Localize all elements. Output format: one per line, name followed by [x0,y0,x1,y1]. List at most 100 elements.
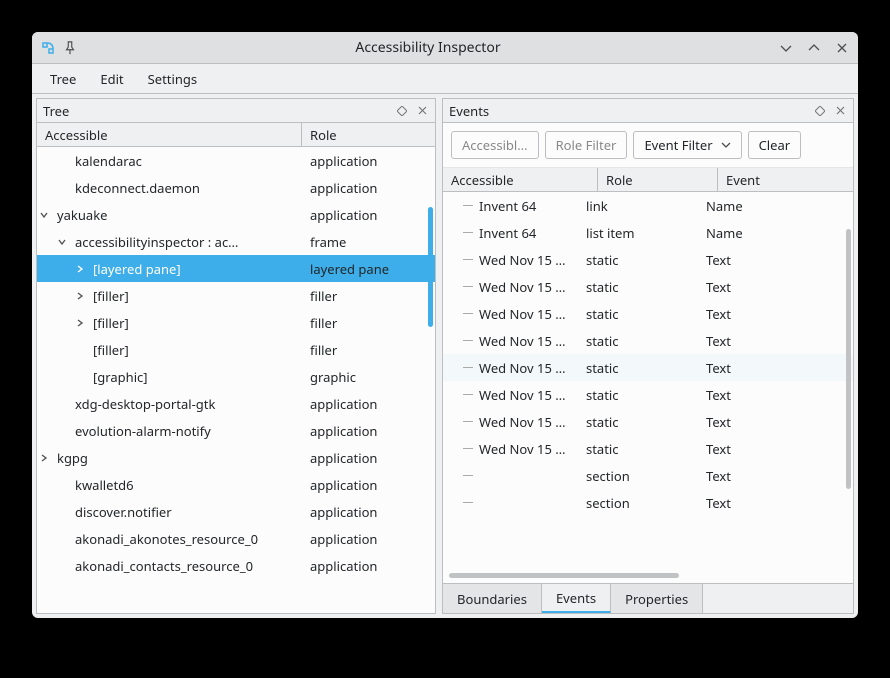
tree-row[interactable]: xdg-desktop-portal-gtkapplication [37,390,435,417]
ev-col-accessible[interactable]: Accessible [443,168,598,191]
event-accessible [451,502,586,503]
event-name: Text [706,386,853,404]
expander-icon[interactable] [73,316,87,330]
tree-item-label: kalendarac [71,152,146,170]
events-body[interactable]: Invent 64linkNameInvent 64list itemNameW… [443,192,853,568]
event-row[interactable]: Wed Nov 15 …staticText [443,408,853,435]
tab-properties[interactable]: Properties [611,584,703,613]
accessible-filter-button[interactable]: Accessibl… [451,131,539,159]
tree-row[interactable]: evolution-alarm-notifyapplication [37,417,435,444]
event-accessible: Wed Nov 15 … [451,440,586,458]
menu-settings[interactable]: Settings [138,66,207,92]
tree-panel-title: Tree [43,102,389,120]
tab-events[interactable]: Events [542,584,611,613]
tab-boundaries[interactable]: Boundaries [443,584,542,613]
events-panel: Events Accessibl… Role Filter Event Filt… [442,98,854,614]
menu-tree[interactable]: Tree [40,66,86,92]
tree-row[interactable]: discover.notifierapplication [37,498,435,525]
float-panel-icon[interactable] [395,104,409,118]
event-accessible: Wed Nov 15 … [451,251,586,269]
event-row[interactable]: Wed Nov 15 …staticText [443,435,853,462]
event-row[interactable]: sectionText [443,462,853,489]
ev-col-event[interactable]: Event [718,168,853,191]
event-name: Name [706,224,853,242]
expander-icon[interactable] [55,424,69,438]
tree-item-label: accessibilityinspector : ac… [71,233,242,251]
tree-scrollbar[interactable] [428,207,433,327]
tree-row[interactable]: kwalletd6application [37,471,435,498]
event-row[interactable]: Wed Nov 15 …staticText [443,327,853,354]
pin-icon[interactable] [62,40,78,56]
expander-icon[interactable] [73,343,87,357]
events-vscrollbar[interactable] [846,229,851,489]
event-row[interactable]: Wed Nov 15 …staticText [443,273,853,300]
maximize-button[interactable] [806,40,822,56]
col-role[interactable]: Role [302,123,435,146]
expander-icon[interactable] [55,235,69,249]
event-accessible: Wed Nov 15 … [451,386,586,404]
menu-edit[interactable]: Edit [90,66,133,92]
col-accessible[interactable]: Accessible [37,123,302,146]
tree-row[interactable]: [filler]filler [37,336,435,363]
event-row[interactable]: Invent 64linkName [443,192,853,219]
event-accessible: Invent 64 [451,224,586,242]
event-filter-combo[interactable]: Event Filter [633,131,741,159]
app-window: Accessibility Inspector Tree Edit Settin… [32,32,858,618]
tree-row[interactable]: akonadi_akonotes_resource_0application [37,525,435,552]
tree-row[interactable]: [filler]filler [37,309,435,336]
ev-col-role[interactable]: Role [598,168,718,191]
close-panel-icon[interactable] [415,104,429,118]
tree-row[interactable]: kgpgapplication [37,444,435,471]
event-row[interactable]: Wed Nov 15 …staticText [443,354,853,381]
event-accessible [451,475,586,476]
tree-body[interactable]: kalendaracapplicationkdeconnect.daemonap… [37,147,435,613]
event-row[interactable]: Wed Nov 15 …staticText [443,300,853,327]
expander-icon[interactable] [55,505,69,519]
tree-item-role: application [302,179,377,197]
expander-icon[interactable] [73,370,87,384]
events-hscrollbar[interactable] [449,571,847,581]
tree-row[interactable]: kalendaracapplication [37,147,435,174]
tree-item-role: application [302,395,377,413]
event-row[interactable]: sectionText [443,489,853,516]
tree-item-role: application [302,530,377,548]
expander-icon[interactable] [73,289,87,303]
tree-row[interactable]: akonadi_contacts_resource_0application [37,552,435,579]
tree-row[interactable]: yakuakeapplication [37,201,435,228]
minimize-button[interactable] [778,40,794,56]
event-name: Text [706,305,853,323]
tree-item-label: kdeconnect.daemon [71,179,204,197]
chevron-down-icon [721,140,731,150]
expander-icon[interactable] [55,181,69,195]
float-panel-icon[interactable] [813,104,827,118]
menubar: Tree Edit Settings [32,64,858,94]
expander-icon[interactable] [55,559,69,573]
event-name: Text [706,278,853,296]
event-role: static [586,251,706,269]
tree-row[interactable]: accessibilityinspector : ac…frame [37,228,435,255]
tree-row[interactable]: kdeconnect.daemon application [37,174,435,201]
tree-row[interactable]: [graphic]graphic [37,363,435,390]
event-row[interactable]: Wed Nov 15 …staticText [443,246,853,273]
clear-button[interactable]: Clear [748,131,802,159]
tree-row[interactable]: [filler]filler [37,282,435,309]
tree-item-role: application [302,503,377,521]
expander-icon[interactable] [55,397,69,411]
close-button[interactable] [834,40,850,56]
event-row[interactable]: Invent 64list itemName [443,219,853,246]
app-icon [40,40,56,56]
expander-icon[interactable] [37,208,51,222]
event-row[interactable]: Wed Nov 15 …staticText [443,381,853,408]
expander-icon[interactable] [55,154,69,168]
tree-item-role: application [302,422,377,440]
close-panel-icon[interactable] [833,104,847,118]
expander-icon[interactable] [73,262,87,276]
event-name: Text [706,251,853,269]
tree-item-label: [filler] [89,314,133,332]
event-accessible: Wed Nov 15 … [451,359,586,377]
expander-icon[interactable] [55,478,69,492]
role-filter-button[interactable]: Role Filter [545,131,628,159]
expander-icon[interactable] [37,451,51,465]
expander-icon[interactable] [55,532,69,546]
tree-row[interactable]: [layered pane]layered pane [37,255,435,282]
